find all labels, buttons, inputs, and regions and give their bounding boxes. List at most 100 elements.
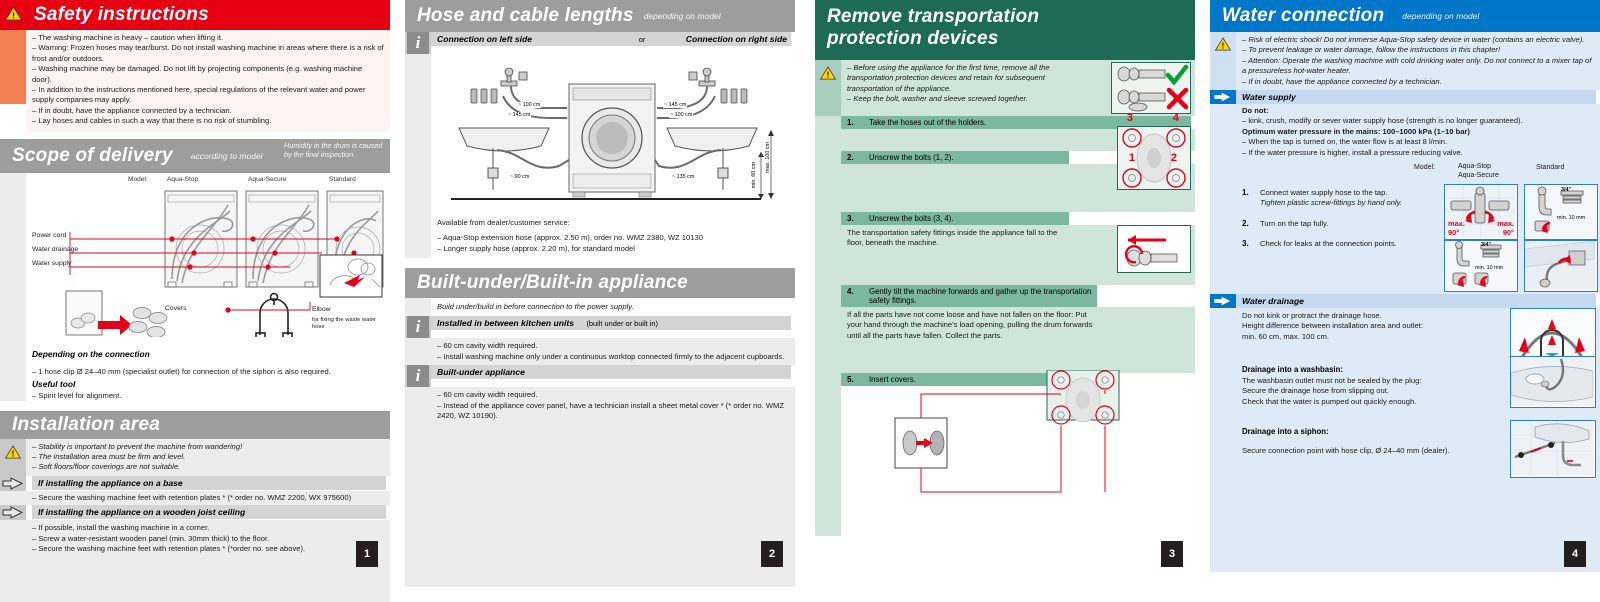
transport-warn-item: – Before using the appliance for the fir… xyxy=(847,63,1050,93)
water-steps-stripe xyxy=(1210,184,1236,295)
water-warn-item: – If in doubt, have the appliance connec… xyxy=(1242,76,1442,86)
step-1-number: 1. xyxy=(847,118,854,127)
hose-height-max: max. 100 cm xyxy=(765,142,771,173)
hose-avail-title: Available from dealer/customer service: xyxy=(437,218,570,227)
min-mm-label: min. 10 mm xyxy=(1557,215,1586,222)
safety-item: – In addition to the instructions mentio… xyxy=(32,85,366,105)
kitchen-item: – Install washing machine only under a c… xyxy=(437,351,785,361)
water-supply-row: Water supply xyxy=(1210,90,1600,105)
machine-connection-figure xyxy=(1524,240,1598,293)
fitting-removal-figure xyxy=(1117,225,1191,273)
water-step-1-text: Connect water supply hose to the tap. xyxy=(1260,188,1388,198)
scope-title: Scope of delivery xyxy=(12,144,173,166)
water-warn-row: ! – Risk of electric shock! Do not immer… xyxy=(1210,32,1600,91)
tap-check-figure: 3/4" min. 10 mm xyxy=(1444,240,1518,293)
svg-text:!: ! xyxy=(827,71,830,80)
scope-callout-supply: Water supply xyxy=(32,259,72,267)
step-3-bar: 3. Unscrew the bolts (3, 4). xyxy=(841,212,1069,225)
builtunder-intro-row: Build under/build in before connection t… xyxy=(405,298,795,317)
transport-warn-row: ! – Before using the appliance for the f… xyxy=(815,60,1195,116)
builtunder-body-stripe xyxy=(405,387,431,588)
warning-icon: ! xyxy=(5,444,21,458)
info-icon-cell-2: i xyxy=(405,316,431,339)
installation-title: Installation area xyxy=(12,413,161,435)
scope-banner: Scope of delivery according to model Hum… xyxy=(0,138,390,173)
step-3-stripe xyxy=(815,212,841,225)
transport-step-4: 4. Gently tilt the machine forwards and … xyxy=(815,285,1195,307)
builtunder-banner: Built-under/Built-in appliance xyxy=(405,268,795,298)
installation-joist-item: – Secure the washing machine feet with r… xyxy=(32,544,306,554)
step-2-text: Unscrew the bolts (1, 2). xyxy=(869,153,954,162)
hose-length-diagram xyxy=(451,67,774,200)
installation-joist-item: – If possible, install the washing machi… xyxy=(32,523,210,533)
warning-icon: ! xyxy=(820,66,836,80)
column-4: Water connection depending on model ! – … xyxy=(1210,0,1600,575)
water-donot-label: Do not: xyxy=(1242,106,1269,116)
water-step-3-text: Check for leaks at the connection points… xyxy=(1260,239,1397,249)
max-label-left: max. xyxy=(1448,219,1465,229)
water-model-col1: Aqua-Stop Aqua-Secure xyxy=(1458,163,1499,179)
column-3: Remove transportation protection devices… xyxy=(815,0,1195,575)
scope-elbow-sub: for fixing the waste water hose xyxy=(312,316,377,331)
hand-icon-blue-cell-2 xyxy=(1210,294,1236,309)
scope-callout-power: Power cord xyxy=(32,231,67,239)
installation-joist-row: If installing the appliance on a wooden … xyxy=(0,505,390,521)
installation-warn-item: – Stability is important to prevent the … xyxy=(32,441,243,451)
page-number: 1 xyxy=(356,541,378,567)
scope-note: Humidity in the drum is caused by the fi… xyxy=(284,140,383,160)
builtunder-appliance-body: – 60 cm cavity width required. – Instead… xyxy=(405,387,795,588)
hose-right-label: Connection on right side xyxy=(685,34,787,44)
water-drainage-title: Water drainage xyxy=(1236,294,1596,309)
deg-label-left: 90° xyxy=(1448,228,1460,238)
column-1: Safety instructions ! – The washing mach… xyxy=(0,0,390,602)
installation-warn-item: – Soft floors/floor coverings are not su… xyxy=(32,462,181,472)
step-3-text: Unscrew the bolts (3, 4). xyxy=(869,214,954,223)
pointing-hand-icon xyxy=(2,477,24,490)
water-step-2-number: 2. xyxy=(1242,218,1249,228)
hose-dim-left-bottom: ~ 90 cm xyxy=(509,174,531,180)
hose-avail-item: – Aqua-Stop extension hose (approx. 2.50… xyxy=(437,233,703,243)
warning-icon: ! xyxy=(0,0,26,26)
max-label-right: max. xyxy=(1497,219,1514,229)
washbasin-stripe xyxy=(1210,360,1236,423)
installation-warn-row: ! – Stability is important to prevent th… xyxy=(0,438,390,476)
spacer-stripe xyxy=(0,490,26,506)
hose-sides-bar: Connection on left side or Connection on… xyxy=(431,32,791,46)
water-model-label: Model: xyxy=(1414,164,1436,172)
water-banner: Water connection depending on model xyxy=(1210,0,1600,32)
installation-joist-item: – Screw a water-resistant wooden panel (… xyxy=(32,533,270,543)
scope-diagram: Power cord Water drainage Water supply C… xyxy=(32,187,386,337)
hose-dim-right-top: ~ 145 cm xyxy=(663,102,688,108)
bolt-label-1: 1 xyxy=(1128,152,1135,164)
builtunder-item: – Instead of the appliance cover panel, … xyxy=(437,400,784,421)
water-steps-row: 1. Connect water supply hose to the tap.… xyxy=(1210,184,1600,295)
hose-or-label: or xyxy=(638,34,646,44)
hose-stripe xyxy=(405,54,431,214)
scope-stripe xyxy=(0,172,26,401)
siphon-row: Drainage into a siphon: Secure connectio… xyxy=(1210,420,1600,573)
water-models-stripe xyxy=(1210,160,1236,185)
water-warn-item: – Attention: Operate the washing machine… xyxy=(1242,55,1592,76)
scope-model-label: Model: xyxy=(128,175,148,183)
step-3-detail: The transportation safety fittings insid… xyxy=(847,228,1058,248)
step-2-number: 2. xyxy=(847,153,854,162)
hose-dim-left-mid: ~ 145 cm xyxy=(507,112,532,118)
scope-tool-title: Useful tool xyxy=(32,379,76,390)
step-4-text: Gently tilt the machine forwards and gat… xyxy=(869,287,1092,305)
info-icon: i xyxy=(407,316,429,339)
scope-callout-drain: Water drainage xyxy=(32,245,79,253)
transport-step-4-body: If all the parts have not come loose and… xyxy=(815,307,1195,373)
kitchen-units-title: Installed in between kitchen units (buil… xyxy=(431,316,791,331)
bolt-label-4: 4 xyxy=(1172,112,1179,124)
builtunder-title: Built-under/Built-in appliance xyxy=(417,272,688,293)
washbasin-figure xyxy=(1510,356,1596,409)
insert-covers-figure xyxy=(894,370,1120,493)
scope-body: Model: Aqua-Stop Aqua-Secure Standard Po… xyxy=(0,172,390,401)
water-step-1-number: 1. xyxy=(1242,188,1249,198)
siphon-stripe xyxy=(1210,422,1236,573)
scope-model-3: Standard xyxy=(329,175,356,183)
hose-header-row: i Connection on left side or Connection … xyxy=(405,32,795,54)
step-4-stripe xyxy=(815,285,841,307)
water-pressure-item: – If the water pressure is higher, insta… xyxy=(1242,147,1463,157)
hose-left-label: Connection on left side xyxy=(437,34,533,44)
